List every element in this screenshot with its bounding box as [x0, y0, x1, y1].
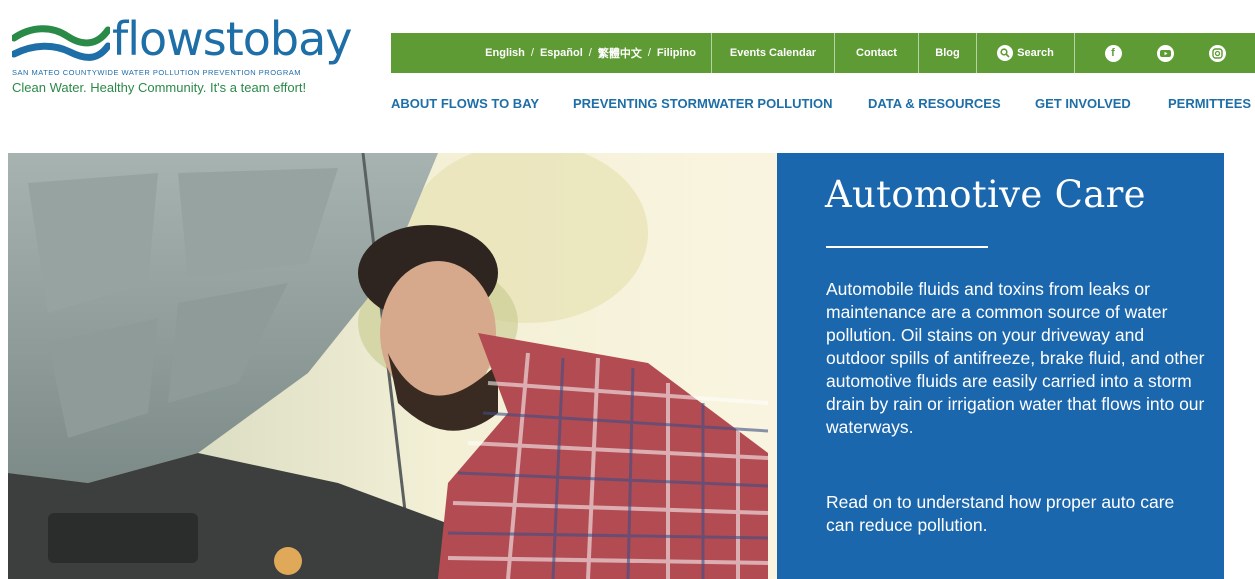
wave-logo-icon — [12, 25, 110, 61]
hero-paragraph: Automobile fluids and toxins from leaks … — [826, 279, 1205, 437]
main-navigation: ABOUT FLOWS TO BAY PREVENTING STORMWATER… — [391, 96, 1255, 114]
site-logo[interactable]: flowstobay SAN MATEO COUNTYWIDE WATER PO… — [12, 12, 352, 102]
hero-image — [8, 153, 878, 579]
nav-get-involved[interactable]: GET INVOLVED — [1035, 96, 1131, 111]
hero-text-panel: Automotive Care Automobile fluids and to… — [777, 153, 1224, 579]
utility-bar: English / Español / 繁體中文 / Filipino Even… — [391, 33, 1255, 73]
social-links: f — [1074, 33, 1255, 73]
lang-separator: / — [647, 47, 651, 59]
logo-wordmark: flowstobay — [112, 12, 352, 66]
facebook-icon[interactable]: f — [1104, 44, 1122, 62]
hero-title: Automotive Care — [825, 173, 1146, 216]
instagram-icon[interactable] — [1208, 44, 1226, 62]
nav-about[interactable]: ABOUT FLOWS TO BAY — [391, 96, 539, 111]
hero-paragraph-cta: Read on to understand how proper auto ca… — [826, 492, 1175, 535]
blog-link[interactable]: Blog — [918, 33, 976, 73]
lang-separator: / — [588, 47, 592, 59]
title-divider — [826, 246, 988, 248]
contact-link[interactable]: Contact — [834, 33, 918, 73]
youtube-icon[interactable] — [1156, 44, 1174, 62]
logo-subtitle: SAN MATEO COUNTYWIDE WATER POLLUTION PRE… — [12, 68, 302, 77]
search-button[interactable]: Search — [976, 33, 1074, 73]
nav-preventing-pollution[interactable]: PREVENTING STORMWATER POLLUTION — [573, 96, 833, 111]
nav-permittees[interactable]: PERMITTEES — [1168, 96, 1251, 111]
events-calendar-link[interactable]: Events Calendar — [711, 33, 834, 73]
language-selector: English / Español / 繁體中文 / Filipino — [391, 33, 711, 73]
search-label: Search — [1017, 47, 1054, 59]
lang-english[interactable]: English — [485, 47, 525, 59]
nav-data-resources[interactable]: DATA & RESOURCES — [868, 96, 1001, 111]
lang-filipino[interactable]: Filipino — [657, 47, 696, 59]
search-icon — [997, 45, 1014, 61]
lang-separator: / — [530, 47, 534, 59]
lang-chinese[interactable]: 繁體中文 — [598, 45, 642, 61]
lang-espanol[interactable]: Español — [540, 47, 583, 59]
logo-tagline: Clean Water. Healthy Community. It's a t… — [12, 80, 307, 95]
